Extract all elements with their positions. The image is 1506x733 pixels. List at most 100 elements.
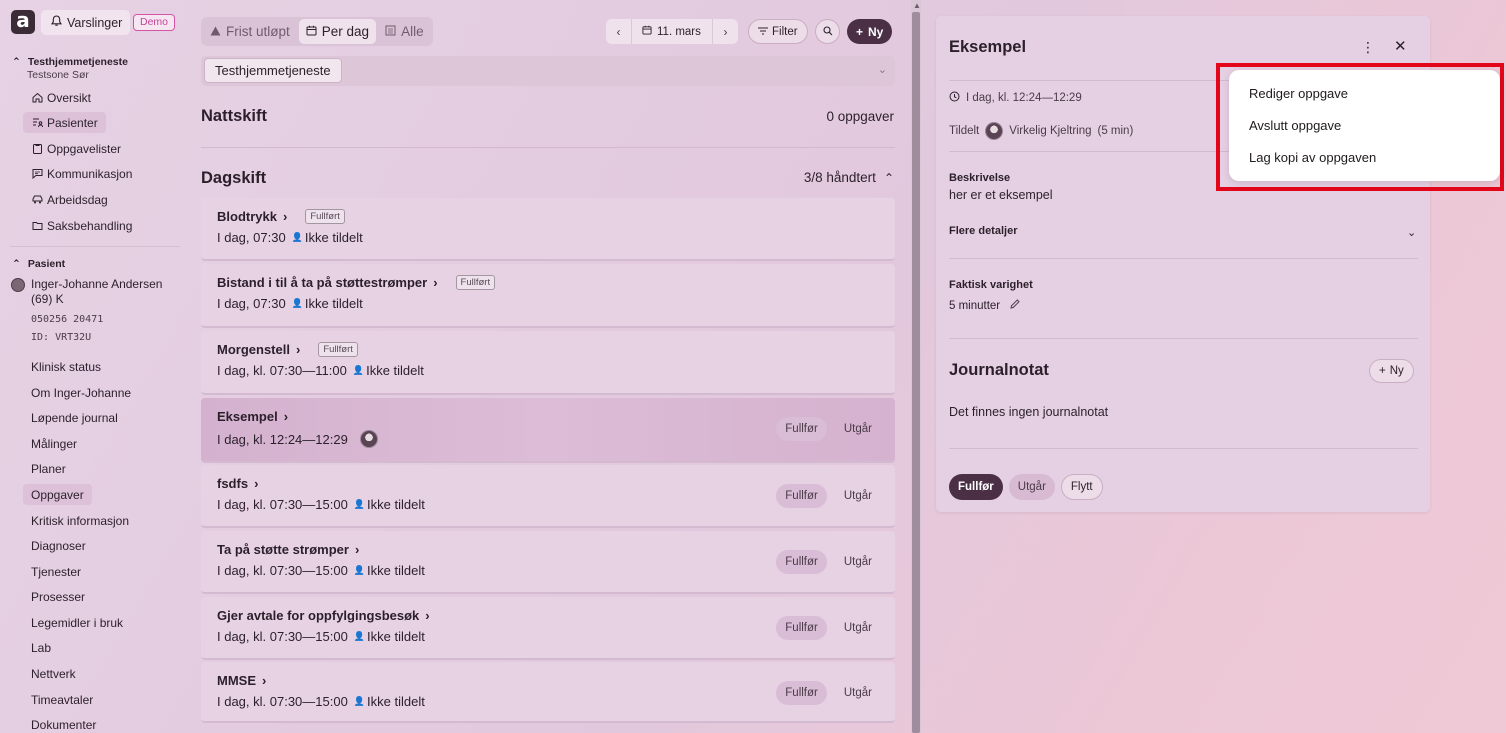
- app-logo[interactable]: a: [11, 10, 35, 34]
- day-shift-toggle[interactable]: 3/8 håndtert ⌃: [804, 170, 894, 185]
- sidebar-item-patient[interactable]: Timeavtaler: [23, 689, 101, 710]
- clock-icon: [949, 91, 960, 105]
- close-icon[interactable]: ✕: [1394, 37, 1407, 55]
- scroll-up-icon[interactable]: ▲: [913, 1, 921, 10]
- expire-button[interactable]: Utgår: [835, 417, 881, 441]
- sidebar-item-oppgavelister[interactable]: Oppgavelister: [23, 138, 129, 159]
- expire-button[interactable]: Utgår: [1008, 474, 1055, 500]
- task-title[interactable]: Bistand i til å ta på støttestrømper › Ful…: [217, 275, 496, 290]
- complete-button[interactable]: Fullfør: [776, 484, 827, 508]
- menu-item-edit-task[interactable]: Rediger oppgave: [1249, 86, 1348, 101]
- task-title[interactable]: Morgenstell › Fullført: [217, 342, 358, 357]
- sidebar-item-patient[interactable]: Kritisk informasjon: [23, 510, 137, 531]
- sidebar-item-patient[interactable]: Diagnoser: [23, 535, 94, 556]
- person-icon: 👤: [291, 232, 303, 242]
- tab-label: Frist utløpt: [226, 24, 290, 39]
- task-title[interactable]: MMSE ›: [217, 673, 266, 688]
- complete-button[interactable]: Fullfør: [949, 474, 1003, 500]
- task-title[interactable]: fsdfs ›: [217, 476, 258, 491]
- task-card[interactable]: fsdfs › I dag, kl. 07:30—15:00 👤 Ikke tildel…: [201, 465, 895, 528]
- task-title[interactable]: Blodtrykk › Fullført: [217, 209, 345, 224]
- task-title-label: Bistand i til å ta på støttestrømper: [217, 275, 428, 290]
- task-time: I dag, kl. 07:30—15:00: [217, 563, 348, 578]
- task-card[interactable]: Gjer avtale for oppfylgingsbesøk › I dag, …: [201, 597, 895, 660]
- new-task-button[interactable]: + Ny: [847, 19, 893, 44]
- task-title-label: Eksempel: [217, 409, 278, 424]
- sidebar-item-patient[interactable]: Planer: [23, 458, 74, 479]
- expire-button[interactable]: Utgår: [835, 550, 881, 574]
- more-options-icon[interactable]: ⋮: [1361, 39, 1375, 56]
- detail-time: I dag, kl. 12:24—12:29: [949, 91, 1082, 105]
- patient-avatar: [11, 278, 25, 292]
- expire-button[interactable]: Utgår: [835, 484, 881, 508]
- sidebar-item-patient[interactable]: Løpende journal: [23, 407, 126, 428]
- day-shift-count: 3/8 håndtert: [803, 170, 876, 185]
- search-button[interactable]: [815, 19, 840, 44]
- patient-section-header[interactable]: ⌃ Pasient: [12, 258, 65, 270]
- complete-button[interactable]: Fullfør: [776, 616, 827, 640]
- calendar-icon: [642, 25, 652, 38]
- journal-empty-text: Det finnes ingen journalnotat: [949, 405, 1109, 419]
- date-picker[interactable]: 11. mars: [631, 19, 713, 44]
- menu-item-finish-task[interactable]: Avslutt oppgave: [1249, 118, 1341, 133]
- expire-button[interactable]: Utgår: [835, 681, 881, 705]
- task-title-label: Gjer avtale for oppfylgingsbesøk: [217, 608, 420, 623]
- pencil-icon[interactable]: [1010, 299, 1020, 312]
- sidebar-item-patient[interactable]: Nettverk: [23, 663, 84, 684]
- task-title[interactable]: Gjer avtale for oppfylgingsbesøk ›: [217, 608, 430, 623]
- sidebar: a Varslinger Demo ⌃ Testhjemmetjeneste T…: [0, 0, 190, 733]
- task-options-menu: Rediger oppgave Avslutt oppgave Lag kopi…: [1229, 70, 1500, 181]
- patient-section-title: Pasient: [27, 258, 66, 270]
- new-journal-button[interactable]: + Ny: [1369, 359, 1414, 383]
- org-chip[interactable]: Testhjemmetjeneste: [204, 58, 342, 83]
- sidebar-item-patient[interactable]: Om Inger-Johanne: [23, 382, 139, 403]
- scrollbar-thumb[interactable]: [912, 12, 920, 733]
- complete-button[interactable]: Fullfør: [776, 681, 827, 705]
- task-card[interactable]: Ta på støtte strømper › I dag, kl. 07:30—1…: [201, 531, 895, 594]
- sidebar-item-oversikt[interactable]: Oversikt: [23, 87, 99, 108]
- filter-button[interactable]: Filter: [748, 19, 808, 44]
- tab-alle[interactable]: Alle: [378, 19, 431, 44]
- detail-divider: [949, 448, 1418, 449]
- sidebar-item-patient[interactable]: Oppgaver: [23, 484, 92, 505]
- task-title[interactable]: Eksempel ›: [217, 409, 288, 424]
- chevron-left-icon[interactable]: ‹: [606, 25, 631, 39]
- task-card[interactable]: MMSE › I dag, kl. 07:30—15:00 👤 Ikke tildelt…: [201, 662, 895, 723]
- scrollbar[interactable]: ▲: [911, 0, 921, 733]
- task-title[interactable]: Ta på støtte strømper ›: [217, 542, 359, 557]
- sidebar-item-saksbehandling[interactable]: Saksbehandling: [23, 215, 140, 236]
- task-card[interactable]: Morgenstell › Fullført I dag, kl. 07:30—11:…: [201, 331, 895, 395]
- menu-item-copy-task[interactable]: Lag kopi av oppgaven: [1249, 150, 1376, 165]
- tab-per-dag[interactable]: Per dag: [298, 19, 377, 44]
- task-card[interactable]: Bistand i til å ta på støttestrømper › Ful…: [201, 264, 895, 328]
- move-button[interactable]: Flytt: [1060, 474, 1103, 500]
- sidebar-item-pasienter[interactable]: Pasienter: [23, 112, 106, 133]
- sidebar-item-patient[interactable]: Lab: [23, 637, 59, 658]
- chevron-right-icon[interactable]: ›: [713, 25, 738, 39]
- chevron-down-icon[interactable]: ⌄: [1407, 226, 1416, 239]
- org-section-header[interactable]: ⌃ Testhjemmetjeneste: [12, 56, 128, 68]
- sidebar-item-patient[interactable]: Klinisk status: [23, 356, 109, 377]
- task-card[interactable]: Eksempel › I dag, kl. 12:24—12:29 Fullfør Ut…: [201, 398, 895, 463]
- person-icon: 👤: [353, 565, 366, 575]
- sidebar-item-patient[interactable]: Tjenester: [23, 561, 89, 582]
- more-details-toggle[interactable]: Flere detaljer: [949, 225, 1017, 237]
- complete-button[interactable]: Fullfør: [776, 550, 827, 574]
- sidebar-item-patient[interactable]: Legemidler i bruk: [23, 612, 131, 633]
- sidebar-item-patient[interactable]: Målinger: [23, 433, 85, 454]
- chevron-down-icon: ⌄: [877, 64, 887, 76]
- sidebar-item-arbeidsdag[interactable]: Arbeidsdag: [23, 189, 116, 210]
- sidebar-item-patient[interactable]: Dokumenter: [23, 714, 104, 733]
- tab-frist-utlopt[interactable]: Frist utløpt: [203, 19, 297, 44]
- complete-button[interactable]: Fullfør: [776, 417, 827, 441]
- sidebar-item-kommunikasjon[interactable]: Kommunikasjon: [23, 163, 140, 184]
- calendar-icon: [306, 24, 317, 39]
- sidebar-item-label: Pasienter: [47, 115, 98, 130]
- description-text: her er et eksempel: [949, 188, 1053, 202]
- org-select[interactable]: Testhjemmetjeneste ⌄: [201, 56, 895, 86]
- sidebar-item-patient[interactable]: Prosesser: [23, 586, 93, 607]
- expire-button[interactable]: Utgår: [835, 616, 881, 640]
- task-card[interactable]: Blodtrykk › Fullført I dag, 07:30 👤 Ikke tild…: [201, 198, 895, 261]
- detail-time-label: I dag, kl. 12:24—12:29: [966, 92, 1082, 104]
- notifications-button[interactable]: Varslinger: [41, 10, 131, 35]
